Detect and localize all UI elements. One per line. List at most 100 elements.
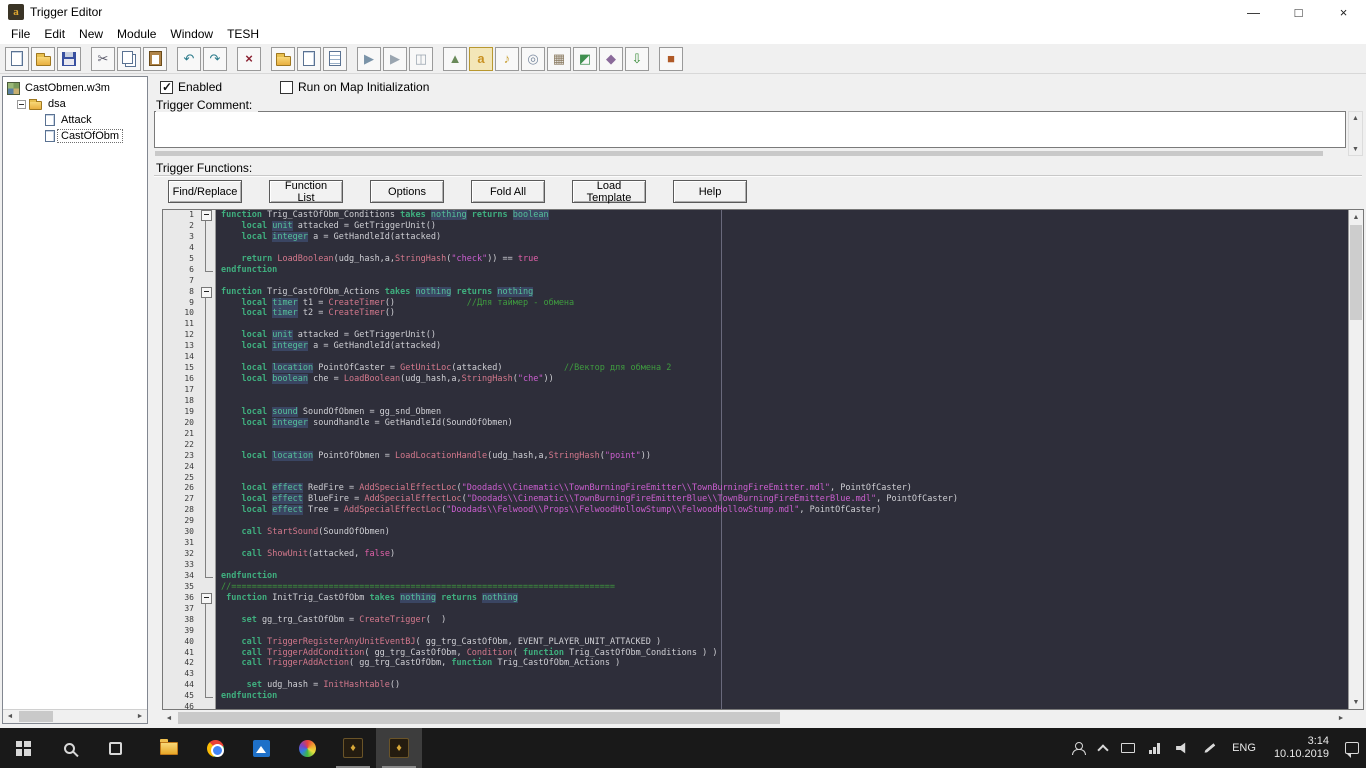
object-editor-icon[interactable]: ◎ bbox=[521, 46, 545, 71]
code-line[interactable]: 7 bbox=[163, 275, 1348, 287]
terrain-editor-icon[interactable]: ▲ bbox=[443, 46, 467, 71]
import-manager-icon[interactable]: ⇩ bbox=[625, 46, 649, 71]
tree-scroll-track[interactable] bbox=[17, 710, 133, 723]
cut-icon[interactable]: ✂ bbox=[91, 46, 115, 71]
convert-to-text-icon[interactable]: ◫ bbox=[409, 46, 433, 71]
editor-vscroll-thumb[interactable] bbox=[1350, 225, 1362, 320]
new-trigger-icon[interactable] bbox=[297, 46, 321, 71]
code-line[interactable]: 23 local location PointOfObmen = LoadLoc… bbox=[163, 450, 1348, 462]
code-line[interactable]: 13 local integer a = GetHandleId(attacke… bbox=[163, 341, 1348, 353]
menu-module[interactable]: Module bbox=[110, 25, 163, 43]
start-button[interactable] bbox=[0, 728, 46, 768]
code-area[interactable]: 1 function Trig_CastOfObm_Conditions take… bbox=[163, 210, 1348, 709]
world-editor-button[interactable]: ♦ bbox=[330, 728, 376, 768]
fold-toggle[interactable] bbox=[197, 210, 216, 221]
find-replace-button[interactable]: Find/Replace bbox=[168, 180, 242, 203]
code-line[interactable]: 22 bbox=[163, 439, 1348, 451]
editor-horizontal-scrollbar[interactable]: ◄ ► bbox=[162, 711, 1348, 725]
code-line[interactable]: 6 endfunction bbox=[163, 264, 1348, 276]
redo-icon[interactable]: ↷ bbox=[203, 46, 227, 71]
network-button[interactable] bbox=[1142, 728, 1169, 768]
code-line[interactable]: 16 local boolean che = LoadBoolean(udg_h… bbox=[163, 374, 1348, 385]
code-line[interactable]: 27 local effect BlueFire = AddSpecialEff… bbox=[163, 494, 1348, 506]
menu-tesh[interactable]: TESH bbox=[220, 25, 266, 43]
code-line[interactable]: 12 local unit attacked = GetTriggerUnit(… bbox=[163, 330, 1348, 342]
new-comment-icon[interactable] bbox=[323, 46, 347, 71]
language-indicator[interactable]: ENG bbox=[1223, 742, 1265, 754]
menu-new[interactable]: New bbox=[72, 25, 110, 43]
code-line[interactable]: 2 local unit attacked = GetTriggerUnit() bbox=[163, 220, 1348, 232]
tree-item-map-root[interactable]: CastObmen.w3m bbox=[3, 80, 147, 96]
scroll-left-icon[interactable]: ◄ bbox=[162, 711, 176, 725]
code-line[interactable]: 39 bbox=[163, 625, 1348, 637]
game-app-button[interactable] bbox=[284, 728, 330, 768]
new-category-icon[interactable] bbox=[271, 46, 295, 71]
people-button[interactable] bbox=[1065, 728, 1092, 768]
search-button[interactable] bbox=[46, 728, 92, 768]
code-line[interactable]: 38 set gg_trg_CastOfObm = CreateTrigger(… bbox=[163, 614, 1348, 626]
undo-icon[interactable]: ↶ bbox=[177, 46, 201, 71]
comment-scroll-thumb[interactable] bbox=[155, 151, 1324, 156]
code-line[interactable]: 41 call TriggerAddCondition( gg_trg_Cast… bbox=[163, 647, 1348, 659]
minimize-button[interactable]: — bbox=[1231, 0, 1276, 24]
tree-scroll-thumb[interactable] bbox=[19, 711, 53, 722]
tree-expand-toggle[interactable] bbox=[17, 99, 26, 109]
code-line[interactable]: 21 bbox=[163, 428, 1348, 440]
pen-button[interactable] bbox=[1196, 728, 1223, 768]
editor-vertical-scrollbar[interactable]: ▲ ▼ bbox=[1348, 210, 1363, 709]
code-line[interactable]: 19 local sound SoundOfObmen = gg_snd_Obm… bbox=[163, 406, 1348, 418]
tablet-mode-button[interactable] bbox=[1114, 728, 1142, 768]
scroll-right-icon[interactable]: ► bbox=[1334, 711, 1348, 725]
save-map-icon[interactable] bbox=[57, 46, 81, 71]
tree-item-trigger[interactable]: Attack bbox=[3, 112, 147, 128]
paste-icon[interactable] bbox=[143, 46, 167, 71]
code-line[interactable]: 14 bbox=[163, 352, 1348, 364]
trigger-editor-icon[interactable]: a bbox=[469, 46, 493, 71]
photos-app-button[interactable] bbox=[238, 728, 284, 768]
code-line[interactable]: 44 set udg_hash = InitHashtable() bbox=[163, 680, 1348, 692]
comment-horizontal-scrollbar[interactable] bbox=[154, 150, 1346, 157]
code-line[interactable]: 31 bbox=[163, 538, 1348, 550]
code-line[interactable]: 33 bbox=[163, 560, 1348, 571]
fold-toggle[interactable] bbox=[197, 286, 216, 298]
function-list-button[interactable]: Function List bbox=[269, 180, 343, 204]
copy-icon[interactable] bbox=[117, 46, 141, 71]
campaign-editor-icon[interactable]: ▦ bbox=[547, 46, 571, 71]
trigger-editor-taskbar-button[interactable]: ♦ bbox=[376, 728, 422, 768]
help-button[interactable]: Help bbox=[673, 180, 747, 203]
code-line[interactable]: 15 local location PointOfCaster = GetUni… bbox=[163, 363, 1348, 375]
maximize-button[interactable]: □ bbox=[1276, 0, 1321, 24]
chrome-button[interactable] bbox=[192, 728, 238, 768]
code-line[interactable]: 30 call StartSound(SoundOfObmen) bbox=[163, 527, 1348, 539]
run-on-map-init-checkbox[interactable] bbox=[280, 80, 293, 94]
code-line[interactable]: 35 //====================================… bbox=[163, 581, 1348, 593]
load-template-button[interactable]: Load Template bbox=[572, 180, 646, 204]
code-line[interactable]: 17 bbox=[163, 385, 1348, 396]
menu-edit[interactable]: Edit bbox=[37, 25, 72, 43]
code-line[interactable]: 8 function Trig_CastOfObm_Actions takes n… bbox=[163, 286, 1348, 298]
code-line[interactable]: 28 local effect Tree = AddSpecialEffectL… bbox=[163, 505, 1348, 517]
code-line[interactable]: 26 local effect RedFire = AddSpecialEffe… bbox=[163, 483, 1348, 495]
code-line[interactable]: 3 local integer a = GetHandleId(attacked… bbox=[163, 231, 1348, 243]
code-line[interactable]: 42 call TriggerAddAction( gg_trg_CastOfO… bbox=[163, 658, 1348, 670]
delete-icon[interactable]: × bbox=[237, 46, 261, 71]
code-line[interactable]: 29 bbox=[163, 516, 1348, 528]
scroll-down-icon[interactable]: ▼ bbox=[1349, 695, 1363, 709]
code-line[interactable]: 9 local timer t1 = CreateTimer() //Для т… bbox=[163, 297, 1348, 309]
code-line[interactable]: 4 bbox=[163, 242, 1348, 254]
trigger-comment-input[interactable] bbox=[154, 111, 1346, 148]
code-line[interactable]: 24 bbox=[163, 461, 1348, 473]
scroll-up-icon[interactable]: ▲ bbox=[1349, 210, 1363, 224]
code-line[interactable]: 20 local integer soundhandle = GetHandle… bbox=[163, 417, 1348, 429]
menu-window[interactable]: Window bbox=[163, 25, 220, 43]
code-line[interactable]: 45 endfunction bbox=[163, 691, 1348, 703]
task-view-button[interactable] bbox=[92, 728, 138, 768]
tree-item-category[interactable]: dsa bbox=[3, 96, 147, 112]
code-line[interactable]: 32 call ShowUnit(attacked, false) bbox=[163, 549, 1348, 560]
fold-toggle[interactable] bbox=[197, 592, 216, 604]
file-explorer-button[interactable] bbox=[146, 728, 192, 768]
code-line[interactable]: 25 bbox=[163, 472, 1348, 484]
jass-code-editor[interactable]: 1 function Trig_CastOfObm_Conditions take… bbox=[162, 209, 1364, 710]
code-line[interactable]: 36 function InitTrig_CastOfObm takes not… bbox=[163, 592, 1348, 604]
new-map-icon[interactable] bbox=[5, 46, 29, 71]
